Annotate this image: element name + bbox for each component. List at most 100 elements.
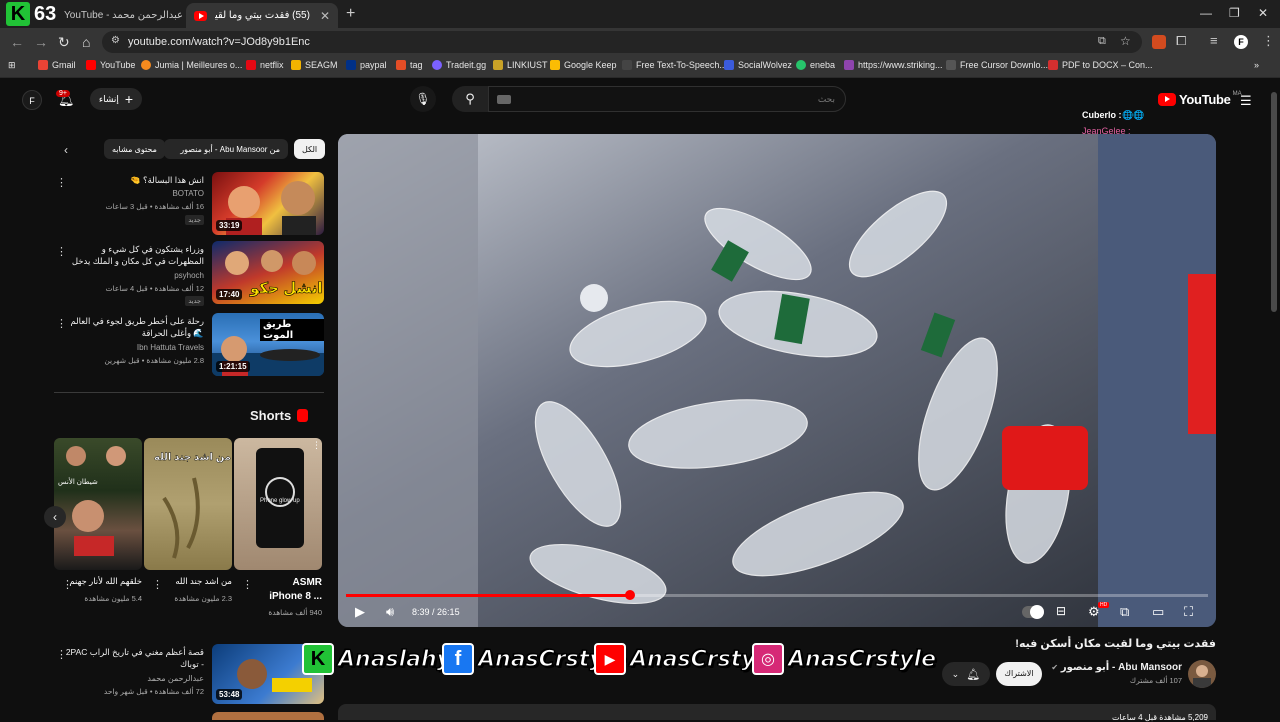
channel-name[interactable]: Ibn Hattuta Travels [137, 343, 204, 352]
home-icon[interactable]: ⌂ [82, 34, 90, 50]
back-icon[interactable]: ← [10, 34, 24, 50]
channel-name[interactable]: عبدالرحمن محمد [147, 674, 204, 683]
more-options-icon[interactable]: ⋮ [56, 317, 67, 330]
recommended-video[interactable]: طريق الموت 1:21:15 رحلة على أخطر طريق لج… [54, 313, 324, 377]
extensions-puzzle-icon[interactable]: ⧠ [1176, 33, 1186, 49]
play-icon[interactable]: ▶ [355, 604, 365, 620]
bookmark-pdf-to-docx[interactable]: PDF to DOCX – Con... [1048, 60, 1153, 70]
video-title[interactable]: رحلة على أخطر طريق لجوء في العالم 🌊 وأغل… [64, 315, 204, 341]
theater-mode-icon[interactable]: ▭ [1152, 604, 1164, 620]
recommended-video[interactable]: 33:19 انش هذا البسالة؟ 🤏 BOTATO 16 ألف م… [54, 172, 324, 236]
fullscreen-icon[interactable]: ⛶ [1184, 604, 1193, 620]
kick-icon: K [6, 2, 30, 26]
chip-related[interactable]: محتوى مشابه [104, 139, 165, 159]
short-thumbnail[interactable]: Phone glow up ⋮ [234, 438, 322, 570]
channel-name-main[interactable]: Abu Mansoor - أبو منصور ✔ [1040, 662, 1182, 673]
short-title[interactable]: ASMR iPhone 8 ... [264, 576, 322, 604]
bookmarks-overflow-icon[interactable]: » [1254, 60, 1259, 70]
new-tab-icon[interactable]: + [346, 5, 355, 23]
video-player[interactable] [338, 134, 1216, 627]
chip-from-channel[interactable]: من Abu Mansoor - أبو منصور [164, 139, 288, 159]
tab-close-icon[interactable]: ✕ [320, 9, 330, 23]
menu-hamburger-icon[interactable]: ☰ [1240, 93, 1252, 109]
youtube-logo[interactable]: YouTube MA [1158, 91, 1242, 107]
create-button[interactable]: إنشاء + [90, 88, 142, 110]
shorts-icon [297, 409, 309, 422]
new-badge: جديد [185, 215, 204, 225]
voice-search-mic-icon[interactable]: 🎙︎ [410, 86, 436, 112]
shorts-prev-chevron-icon[interactable]: ‹ [44, 506, 66, 528]
channel-name[interactable]: psyhoch [174, 271, 204, 280]
video-title[interactable]: انش هذا البسالة؟ 🤏 [64, 174, 204, 186]
cast-icon[interactable]: ⧉ [1098, 35, 1106, 48]
bookmark-jumia[interactable]: Jumia | Meilleures o... [141, 60, 242, 70]
more-options-icon[interactable]: ⋮ [56, 648, 67, 661]
bookmark-linkiust[interactable]: LINKIUST [493, 60, 548, 70]
autoplay-toggle[interactable] [1022, 605, 1044, 619]
recommended-video[interactable]: انشل حكو 17:40 وزراء يشتكون في كل شيء و … [54, 241, 324, 306]
short-thumbnail[interactable]: شيطان الأنس [54, 438, 142, 570]
video-thumbnail[interactable]: انشل حكو 17:40 [212, 241, 324, 304]
description-box[interactable]: 5,209 مشاهدة قبل 4 ساعات [338, 704, 1216, 722]
notification-preferences-button[interactable]: ⌄ 🔔︎ [942, 662, 990, 686]
recommended-video[interactable]: 53:48 قصة أعظم مغني في تاريخ الراب 2PAC … [54, 644, 324, 704]
account-avatar[interactable]: F [22, 90, 42, 110]
bookmark-netflix[interactable]: netflix [246, 60, 284, 70]
chip-all[interactable]: الكل [294, 139, 326, 159]
video-thumbnail[interactable] [212, 712, 324, 720]
more-options-icon[interactable]: ⋮ [56, 176, 67, 189]
short-views: 5.4 مليون مشاهدة [84, 594, 142, 603]
restore-icon[interactable]: ❐ [1229, 6, 1240, 20]
page-scrollbar[interactable] [1271, 92, 1277, 312]
address-bar[interactable]: ⚙ youtube.com/watch?v=JOd8y9b1Enc ⧉ ☆ [102, 31, 1142, 53]
volume-icon[interactable]: 🔊︎ [386, 604, 394, 620]
bookmark-youtube[interactable]: YouTube [86, 60, 135, 70]
bookmark-tag[interactable]: tag [396, 60, 423, 70]
miniplayer-icon[interactable]: ⧉ [1120, 604, 1129, 620]
more-options-icon[interactable]: ⋮ [152, 578, 163, 591]
progress-scrubber-handle[interactable] [625, 590, 635, 600]
chips-prev-chevron-icon[interactable]: ‹ [64, 143, 68, 157]
kick-icon: K [302, 643, 334, 675]
browser-profile-avatar[interactable]: F [1234, 35, 1248, 49]
bookmark-google-keep[interactable]: Google Keep [550, 60, 617, 70]
search-button[interactable]: ⚲ [452, 86, 488, 112]
bookmark-free-cursor[interactable]: Free Cursor Downlo... [946, 60, 1048, 70]
media-control-icon[interactable]: ≡ [1210, 33, 1218, 48]
bookmark-striking[interactable]: https://www.striking... [844, 60, 943, 70]
search-input[interactable]: بحث [488, 86, 846, 112]
bookmark-star-icon[interactable]: ☆ [1120, 34, 1131, 48]
bookmark-tradeit[interactable]: Tradeit.gg [432, 60, 486, 70]
bookmark-free-tts[interactable]: Free Text-To-Speech... [622, 60, 727, 70]
short-menu-icon[interactable]: ⋮ [312, 440, 321, 451]
extension-icon[interactable] [1152, 35, 1166, 49]
bookmark-socialwolvez[interactable]: SocialWolvez [724, 60, 792, 70]
video-title[interactable]: وزراء يشتكون في كل شيء و المظهرات في كل … [64, 243, 204, 269]
video-thumbnail[interactable]: طريق الموت 1:21:15 [212, 313, 324, 376]
site-info-icon[interactable]: ⚙ [111, 35, 120, 46]
apps-grid-icon[interactable]: ⊞ [8, 60, 16, 71]
subtitles-icon[interactable]: ⊟ [1056, 604, 1066, 618]
minimize-icon[interactable]: — [1200, 6, 1212, 20]
google-keep-icon [550, 60, 560, 70]
video-thumbnail[interactable]: 33:19 [212, 172, 324, 235]
keyboard-icon[interactable] [497, 95, 511, 104]
next-recommended-video[interactable] [54, 708, 324, 720]
bookmark-gmail[interactable]: Gmail [38, 60, 76, 70]
bookmark-eneba[interactable]: eneba [796, 60, 835, 70]
forward-icon[interactable]: → [34, 34, 48, 50]
browser-menu-icon[interactable]: ⋮ [1262, 33, 1275, 49]
more-options-icon[interactable]: ⋮ [242, 578, 253, 591]
bookmark-paypal[interactable]: paypal [346, 60, 387, 70]
browser-tab-active[interactable]: (55) فقدت بيتي وما لقيت مكان أسكن فيه! ✕ [186, 3, 338, 28]
window-close-icon[interactable]: ✕ [1258, 6, 1268, 20]
channel-name[interactable]: BOTATO [172, 189, 204, 198]
video-title[interactable]: قصة أعظم مغني في تاريخ الراب 2PAC - توبا… [64, 646, 204, 672]
more-options-icon[interactable]: ⋮ [56, 245, 67, 258]
more-options-icon[interactable]: ⋮ [62, 578, 73, 591]
subscribe-button[interactable]: الاشتراك [996, 662, 1042, 686]
reload-icon[interactable]: ↻ [58, 34, 70, 51]
bookmark-seagm[interactable]: SEAGM [291, 60, 338, 70]
channel-avatar[interactable] [1188, 660, 1216, 688]
short-thumbnail[interactable]: من اشد جند الله [144, 438, 232, 570]
